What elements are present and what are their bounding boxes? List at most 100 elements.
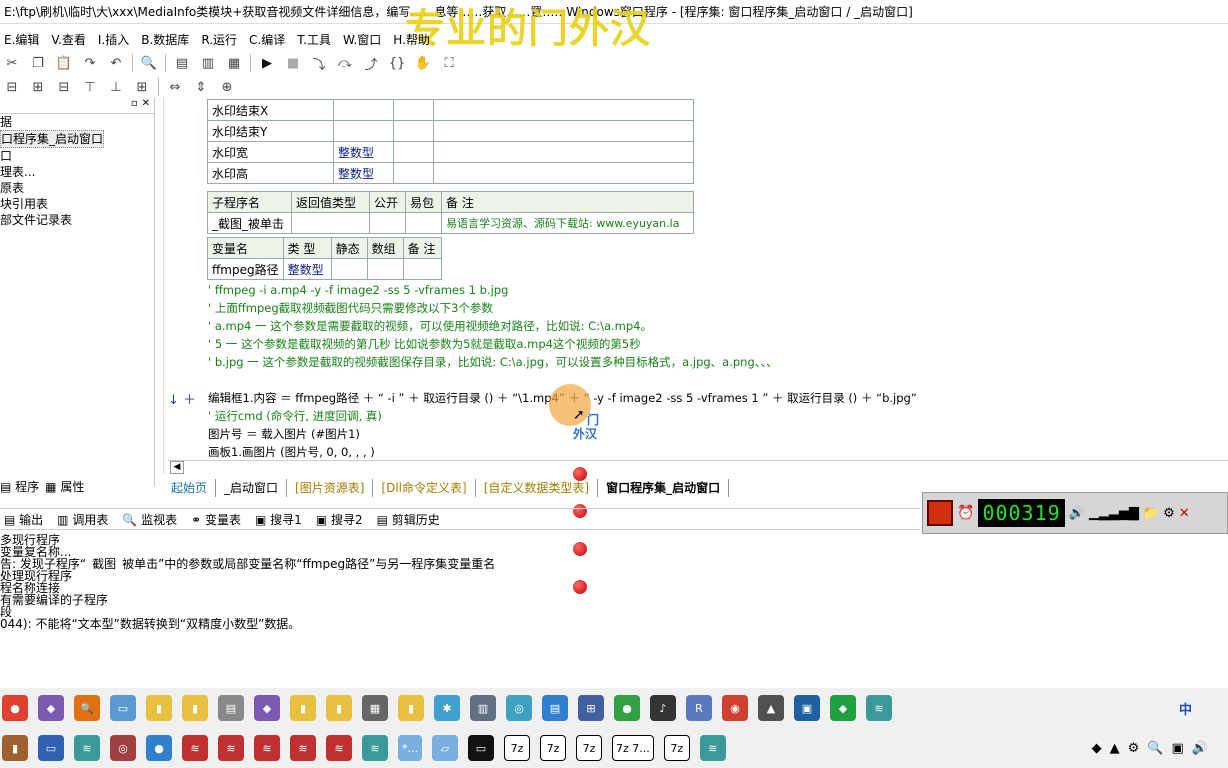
copy-icon[interactable]: ❐ <box>28 53 48 73</box>
tab-dll-commands[interactable]: [Dll命令定义表] <box>373 479 476 497</box>
menu-help[interactable]: H.帮助 <box>393 30 430 50</box>
folder-icon[interactable]: ▮ <box>182 695 208 721</box>
menu-run[interactable]: R.运行 <box>201 30 237 50</box>
app-icon[interactable]: ◆ <box>830 695 856 721</box>
close-icon[interactable]: ✕ <box>1179 506 1190 521</box>
undo-icon[interactable]: ↶ <box>106 53 126 73</box>
app-icon[interactable]: ◆ <box>38 695 64 721</box>
step-over-icon[interactable]: ⤼ <box>335 53 355 73</box>
app-icon[interactable]: *... <box>398 735 422 761</box>
folder-icon[interactable]: ▮ <box>146 695 172 721</box>
menu-compile[interactable]: C.编译 <box>249 30 285 50</box>
film-icon[interactable]: ▤ <box>218 695 244 721</box>
align-middle-icon[interactable]: ⊥ <box>106 77 126 97</box>
tray-icon[interactable]: ◆ <box>1092 741 1102 756</box>
record-stop-button[interactable] <box>927 500 953 526</box>
stop-icon[interactable]: ■ <box>283 53 303 73</box>
app-icon[interactable]: ≋ <box>866 695 892 721</box>
align-left-icon[interactable]: ⊟ <box>2 77 22 97</box>
tab-search1[interactable]: ▣ 搜寻1 <box>255 511 302 528</box>
find-icon[interactable]: 🔍 <box>139 53 159 73</box>
alarm-icon[interactable]: ⏰ <box>957 505 974 521</box>
app-icon[interactable]: ▮ <box>2 735 28 761</box>
tab-variables[interactable]: ⚭ 变量表 <box>191 511 241 528</box>
tree-item[interactable]: 据 <box>0 114 154 130</box>
tab-watch[interactable]: 🔍 监视表 <box>122 511 177 528</box>
paste-icon[interactable]: 📋 <box>54 53 74 73</box>
menu-view[interactable]: V.查看 <box>51 30 85 50</box>
tab-image-resources[interactable]: [图片资源表] <box>287 479 374 497</box>
app-icon[interactable]: ≋ <box>182 735 208 761</box>
window-icon[interactable]: ▭ <box>38 735 64 761</box>
settings-icon[interactable]: ⚙ <box>1163 506 1175 521</box>
network-icon[interactable]: ⊞ <box>578 695 604 721</box>
menu-tools[interactable]: T.工具 <box>297 30 331 50</box>
step-out-icon[interactable]: ⤴ <box>361 53 381 73</box>
tree-item[interactable]: 理表... <box>0 164 154 180</box>
app-icon[interactable]: ◎ <box>110 735 136 761</box>
terminal-icon[interactable]: ▭ <box>468 735 494 761</box>
tree-item[interactable]: 口 <box>0 148 154 164</box>
folder-icon[interactable]: ▮ <box>326 695 352 721</box>
tree-item[interactable]: 原表 <box>0 180 154 196</box>
volume-icon[interactable]: 🔊 <box>1069 506 1085 521</box>
binoculars-icon[interactable]: ⛶ <box>439 53 459 73</box>
cell[interactable]: ffmpeg路径 <box>207 258 284 280</box>
tray-icon[interactable]: ⚙ <box>1128 741 1140 756</box>
app-icon[interactable]: ▦ <box>362 695 388 721</box>
run-icon[interactable]: ▶ <box>257 53 277 73</box>
tab-properties[interactable]: ▦ 属性 <box>45 478 84 496</box>
app-icon[interactable]: ▲ <box>758 695 784 721</box>
tab-startup-window[interactable]: _启动窗口 <box>216 479 288 497</box>
ime-indicator[interactable]: 中 <box>1179 699 1192 718</box>
folder-icon[interactable]: ▮ <box>398 695 424 721</box>
tab-custom-types[interactable]: [自定义数据类型表] <box>476 479 599 497</box>
redo-icon[interactable]: ↷ <box>80 53 100 73</box>
cut-icon[interactable]: ✂ <box>2 53 22 73</box>
align-bottom-icon[interactable]: ⊞ <box>132 77 152 97</box>
app-icon[interactable]: ≋ <box>699 735 726 761</box>
tab-call-table[interactable]: ▥ 调用表 <box>57 511 108 528</box>
laptop-icon[interactable]: ▭ <box>110 695 136 721</box>
network-icon[interactable]: ▣ <box>1172 741 1184 756</box>
tree-item[interactable]: 部文件记录表 <box>0 212 154 228</box>
volume-icon[interactable]: 🔊 <box>1192 741 1208 756</box>
globe-icon[interactable]: ● <box>614 695 640 721</box>
record-icon[interactable]: ◉ <box>722 695 748 721</box>
app-icon[interactable]: ≋ <box>254 735 280 761</box>
app-icon[interactable]: ≋ <box>362 735 388 761</box>
globe-icon[interactable]: ● <box>146 735 172 761</box>
hand-icon[interactable]: ✋ <box>413 53 433 73</box>
app-icon[interactable]: ◆ <box>254 695 280 721</box>
align-top-icon[interactable]: ⊤ <box>80 77 100 97</box>
tab-active-assembly[interactable]: 窗口程序集_启动窗口 <box>598 479 730 497</box>
code-line-comment[interactable]: ' 运行cmd (命令行, 进度回调, 真) <box>208 407 382 425</box>
layout-2-icon[interactable]: ▥ <box>198 53 218 73</box>
menu-window[interactable]: W.窗口 <box>343 30 381 50</box>
folder-icon[interactable]: ▮ <box>290 695 316 721</box>
app-icon[interactable]: ◎ <box>506 695 532 721</box>
horizontal-scrollbar[interactable]: ◀ <box>168 460 1228 474</box>
tab-output[interactable]: ▤ 输出 <box>4 511 43 528</box>
tree-item[interactable]: 块引用表 <box>0 196 154 212</box>
app-icon[interactable]: ▣ <box>794 695 820 721</box>
7zip-icon[interactable]: 7z <box>576 735 602 761</box>
pin-icon[interactable]: ▫ <box>131 98 138 113</box>
code-line-load-image[interactable]: 图片号 ＝ 载入图片 (#图片1) <box>208 425 360 443</box>
hspace-icon[interactable]: ⇔ <box>165 77 185 97</box>
app-icon[interactable]: ▱ <box>432 735 458 761</box>
braces-icon[interactable]: {} <box>387 53 407 73</box>
align-right-icon[interactable]: ⊟ <box>54 77 74 97</box>
layout-3-icon[interactable]: ▦ <box>224 53 244 73</box>
layout-1-icon[interactable]: ▤ <box>172 53 192 73</box>
app-icon[interactable]: ≋ <box>74 735 100 761</box>
tray-icon[interactable]: ▲ <box>1110 741 1120 756</box>
breakpoint-arrow-icon[interactable]: ↓ ＋ <box>168 389 196 408</box>
vspace-icon[interactable]: ⇕ <box>191 77 211 97</box>
step-icon[interactable]: ⤵ <box>309 53 329 73</box>
app-icon[interactable]: ✱ <box>434 695 460 721</box>
tab-start[interactable]: 起始页 <box>163 479 217 497</box>
7zip-icon[interactable]: 7z <box>540 735 566 761</box>
search-icon[interactable]: 🔍 <box>1147 741 1163 756</box>
folder-icon[interactable]: 📁 <box>1143 506 1159 521</box>
